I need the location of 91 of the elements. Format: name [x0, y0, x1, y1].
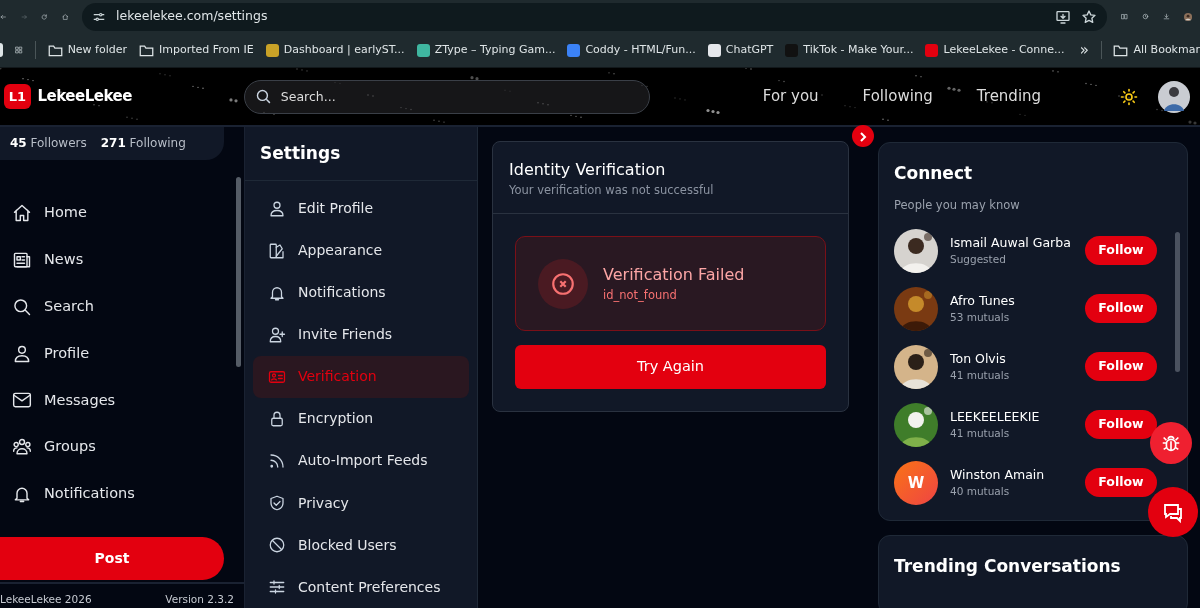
more-bookmarks[interactable]: » — [1079, 38, 1089, 62]
nav-item[interactable]: Notifications — [0, 470, 244, 518]
follow-button[interactable]: Follow — [1085, 468, 1157, 498]
settings-title: Settings — [245, 127, 477, 182]
card-subtitle: Your verification was not successful — [509, 182, 715, 199]
nav-tab[interactable]: For you — [762, 85, 819, 108]
settings-item[interactable]: Edit Profile — [253, 187, 469, 230]
nav-item[interactable]: Search — [0, 283, 244, 331]
settings-item[interactable]: Notifications — [253, 271, 469, 314]
post-button[interactable]: Post — [0, 537, 224, 581]
folder-icon — [139, 43, 155, 57]
person-name[interactable]: Winston Amain — [950, 465, 1045, 485]
add-person-icon — [268, 325, 286, 344]
try-again-button[interactable]: Try Again — [515, 345, 826, 390]
avatar: W — [894, 460, 938, 505]
stat-text: 271 Following — [100, 135, 186, 153]
star-icon[interactable] — [1081, 8, 1098, 25]
apps-icon[interactable] — [15, 43, 24, 57]
shield-check-icon — [268, 494, 286, 512]
follow-button[interactable]: Follow — [1085, 410, 1157, 440]
settings-item[interactable]: Appearance — [253, 229, 469, 272]
nav-item[interactable]: News — [0, 236, 244, 284]
error-title: Verification Failed — [603, 264, 745, 287]
person-icon — [12, 343, 32, 364]
search-icon — [12, 296, 32, 317]
follow-button[interactable]: Follow — [1085, 352, 1157, 382]
nav-item[interactable]: Home — [0, 189, 244, 237]
card-title: Identity Verification — [509, 159, 667, 181]
bookmark[interactable]: ZType – Typing Gam... — [416, 41, 556, 59]
blocked-icon — [268, 536, 286, 554]
address-bar[interactable]: lekeelekee.com/settings — [82, 2, 1108, 31]
collapse-toggle[interactable] — [852, 125, 874, 147]
person-meta: Suggested — [950, 252, 1007, 268]
bookmark[interactable]: Dashboard | earlyST... — [265, 41, 405, 59]
folder-icon — [47, 43, 63, 57]
search-field[interactable]: Search... — [243, 79, 650, 114]
person-name[interactable]: Ismail Auwal Garba — [950, 233, 1071, 253]
sun-icon[interactable] — [1120, 87, 1138, 106]
error-code: id_not_found — [603, 287, 678, 305]
settings-item[interactable]: Blocked Users — [253, 524, 469, 567]
logo: LekeeLekee — [37, 86, 132, 108]
chevron-icon — [859, 131, 867, 142]
card-subtitle: People you may know — [894, 196, 1021, 214]
newspaper-icon — [12, 250, 32, 270]
bookmark[interactable]: Coddy - HTML/Fun... — [567, 41, 696, 59]
error-icon — [538, 258, 588, 309]
profile-avatar[interactable] — [1158, 80, 1190, 113]
chat-button[interactable] — [1148, 487, 1198, 537]
card-title: Connect — [894, 162, 974, 185]
palette-icon — [268, 241, 286, 260]
feed-icon — [268, 452, 286, 470]
nav-tab[interactable]: Trending — [976, 85, 1042, 108]
install-icon[interactable] — [1055, 8, 1072, 25]
home-icon — [12, 203, 32, 224]
scrollbar[interactable] — [1175, 232, 1180, 372]
logo-mark: L1 — [4, 84, 31, 109]
nav-tab[interactable]: Following — [862, 85, 933, 108]
settings-item[interactable]: Auto-Import Feeds — [253, 440, 469, 482]
stat-text: 45 Followers — [10, 135, 87, 153]
bookmark[interactable]: New folder — [47, 41, 128, 59]
lock-icon — [268, 409, 286, 428]
bookmark[interactable]: LekeeLekee - Conne... — [925, 41, 1065, 59]
folder-icon — [1113, 43, 1129, 57]
person-meta: 41 mutuals — [950, 368, 1010, 384]
copyright-text: LekeeLekee 2026 — [0, 592, 92, 608]
nav-item[interactable]: Groups — [0, 423, 244, 471]
person-icon — [268, 199, 286, 218]
sliders-icon — [268, 578, 286, 597]
person-name[interactable]: Afro Tunes — [950, 291, 1015, 311]
bookmark[interactable]: Imported From IE — [139, 41, 254, 59]
settings-item[interactable]: Invite Friends — [253, 313, 469, 356]
version-text: Version 2.3.2 — [165, 592, 234, 608]
person-meta: 53 mutuals — [950, 310, 1011, 326]
bookmark[interactable]: TikTok - Make Your... — [785, 41, 914, 59]
follow-button[interactable]: Follow — [1085, 294, 1157, 324]
search-icon — [254, 87, 272, 105]
nav-item[interactable]: Profile — [0, 330, 244, 377]
settings-item[interactable]: Encryption — [253, 397, 469, 440]
person-meta: 41 mutuals — [950, 426, 1011, 442]
bookmark[interactable]: ChatGPT — [707, 41, 774, 59]
scrollbar[interactable] — [236, 177, 241, 367]
settings-item[interactable]: Verification — [253, 355, 469, 398]
settings-item[interactable]: Content Preferences — [253, 566, 469, 608]
person-name[interactable]: Ton Olvis — [950, 349, 1010, 369]
settings-item[interactable]: Privacy — [253, 482, 469, 524]
follow-button[interactable]: Follow — [1085, 236, 1157, 266]
person-meta: 40 mutuals — [950, 484, 1011, 500]
nav-item[interactable]: Messages — [0, 377, 244, 424]
bookmark[interactable]: All Bookmar — [1113, 41, 1200, 59]
person-name[interactable]: LEEKEELEEKIE — [950, 407, 1040, 427]
card-title: Trending Conversations — [894, 554, 1122, 578]
